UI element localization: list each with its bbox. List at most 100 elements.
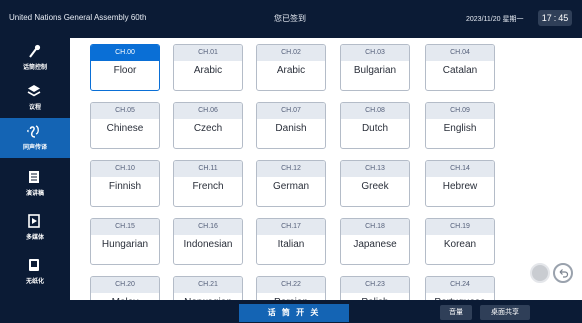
channel-number: CH.01 xyxy=(174,45,242,61)
sidebar-item-speech[interactable]: 演讲稿 xyxy=(0,164,70,204)
sidebar-item-label: 议程 xyxy=(28,105,41,111)
channel-card[interactable]: CH.06 Czech xyxy=(173,102,243,149)
channel-number: CH.07 xyxy=(257,103,325,119)
channel-card[interactable]: CH.24Portuguese xyxy=(425,276,495,300)
channel-number: CH.05 xyxy=(91,103,159,119)
clock: 17:45 xyxy=(538,10,572,26)
channel-card[interactable]: CH.20Malay xyxy=(90,276,160,300)
channel-language: Floor xyxy=(113,65,137,76)
channel-number: CH.20 xyxy=(91,277,159,293)
channel-language: French xyxy=(192,181,224,192)
channel-number: CH.09 xyxy=(426,103,494,119)
channel-language: Hebrew xyxy=(442,181,478,192)
channel-card[interactable]: CH.21Norwegian xyxy=(173,276,243,300)
channel-number: CH.23 xyxy=(341,277,409,293)
channel-number: CH.06 xyxy=(174,103,242,119)
channel-language: English xyxy=(443,123,477,134)
channel-number: CH.10 xyxy=(91,161,159,177)
channel-card[interactable]: CH.14 Hebrew xyxy=(425,160,495,207)
channel-card[interactable]: CH.09 English xyxy=(425,102,495,149)
channel-card[interactable]: CH.19 Korean xyxy=(425,218,495,265)
microphone-icon xyxy=(29,44,41,58)
channel-language: Greek xyxy=(361,181,389,192)
back-arrow-icon xyxy=(559,269,569,278)
top-bar: United Nations General Assembly 60th 您已签… xyxy=(0,0,582,38)
interpretation-icon xyxy=(27,125,39,138)
channel-card[interactable]: CH.03 Bulgarian xyxy=(340,44,410,91)
channel-card[interactable]: CH.18 Japanese xyxy=(340,218,410,265)
back-button[interactable] xyxy=(553,263,573,283)
sidebar-item-mic-control[interactable]: 话筒控制 xyxy=(0,38,70,78)
channel-number: CH.22 xyxy=(257,277,325,293)
channel-number: CH.14 xyxy=(426,161,494,177)
channel-number: CH.12 xyxy=(257,161,325,177)
channel-card[interactable]: CH.10 Finnish xyxy=(90,160,160,207)
mic-toggle-button[interactable]: 话 筒 开 关 xyxy=(239,304,349,322)
sidebar-item-paperless[interactable]: 无纸化 xyxy=(0,252,70,292)
sidebar-item-label: 同声传译 xyxy=(22,145,47,151)
channel-number: CH.11 xyxy=(174,161,242,177)
channel-language: Czech xyxy=(193,123,223,134)
sidebar-item-label: 多媒体 xyxy=(25,235,44,241)
channel-language: Hungarian xyxy=(101,239,149,250)
sidebar-item-interpretation[interactable]: 同声传译 xyxy=(0,118,70,158)
channel-language: Finnish xyxy=(108,181,142,192)
sidebar-item-label: 无纸化 xyxy=(25,279,44,285)
date-display: 2023/11/20 星期一 xyxy=(466,16,524,23)
channel-number: CH.08 xyxy=(341,103,409,119)
channel-grid: CH.00 Floor CH.01 Arabic CH.02 Arabic CH.03 Bul… xyxy=(70,38,582,300)
channel-number: CH.02 xyxy=(257,45,325,61)
channel-card[interactable]: CH.11 French xyxy=(173,160,243,207)
channel-language: Korean xyxy=(443,239,477,250)
channel-card[interactable]: CH.05 Chinese xyxy=(90,102,160,149)
channel-language: Bulgarian xyxy=(353,65,397,76)
channel-number: CH.13 xyxy=(341,161,409,177)
channel-language: Catalan xyxy=(442,65,478,76)
channel-card[interactable]: CH.13 Greek xyxy=(340,160,410,207)
signin-status: 您已签到 xyxy=(274,14,306,23)
channel-card[interactable]: CH.16 Indonesian xyxy=(173,218,243,265)
channel-card[interactable]: CH.00 Floor xyxy=(90,44,160,91)
bottom-bar: 话 筒 开 关 音量 桌面共享 xyxy=(0,300,582,323)
channel-language: Arabic xyxy=(276,65,306,76)
channel-language: Indonesian xyxy=(183,239,233,250)
channel-card[interactable]: CH.15 Hungarian xyxy=(90,218,160,265)
agenda-icon xyxy=(27,85,41,97)
channel-card[interactable]: CH.07 Danish xyxy=(256,102,326,149)
channel-number: CH.16 xyxy=(174,219,242,235)
sidebar: 话筒控制 议程 同声传译 演讲稿 多媒体 无纸化 xyxy=(0,38,70,300)
channel-number: CH.15 xyxy=(91,219,159,235)
channel-number: CH.03 xyxy=(341,45,409,61)
channel-language: Italian xyxy=(277,239,305,250)
channel-card[interactable]: CH.22Persian xyxy=(256,276,326,300)
channel-number: CH.00 xyxy=(91,45,159,61)
channel-card[interactable]: CH.08 Dutch xyxy=(340,102,410,149)
sidebar-item-label: 话筒控制 xyxy=(22,65,47,71)
channel-number: CH.18 xyxy=(341,219,409,235)
channel-language: Danish xyxy=(275,123,307,134)
sidebar-item-agenda[interactable]: 议程 xyxy=(0,78,70,118)
channel-language: German xyxy=(272,181,310,192)
channel-language: Dutch xyxy=(361,123,389,134)
media-icon xyxy=(28,214,40,228)
channel-number: CH.17 xyxy=(257,219,325,235)
channel-language: Japanese xyxy=(353,239,397,250)
meeting-title: United Nations General Assembly 60th xyxy=(9,13,147,22)
channel-card[interactable]: CH.17 Italian xyxy=(256,218,326,265)
floating-assist-button[interactable] xyxy=(530,263,550,283)
document-icon xyxy=(29,171,39,183)
volume-button[interactable]: 音量 xyxy=(440,305,472,320)
desktop-share-button[interactable]: 桌面共享 xyxy=(480,305,530,320)
channel-card[interactable]: CH.04 Catalan xyxy=(425,44,495,91)
channel-card[interactable]: CH.01 Arabic xyxy=(173,44,243,91)
sidebar-item-multimedia[interactable]: 多媒体 xyxy=(0,208,70,248)
channel-card[interactable]: CH.23Polish xyxy=(340,276,410,300)
clock-hour: 17 xyxy=(541,13,552,23)
channel-card[interactable]: CH.02 Arabic xyxy=(256,44,326,91)
tablet-icon xyxy=(29,259,39,271)
channel-card[interactable]: CH.12 German xyxy=(256,160,326,207)
channel-number: CH.21 xyxy=(174,277,242,293)
channel-number: CH.24 xyxy=(426,277,494,293)
channel-number: CH.19 xyxy=(426,219,494,235)
channel-number: CH.04 xyxy=(426,45,494,61)
